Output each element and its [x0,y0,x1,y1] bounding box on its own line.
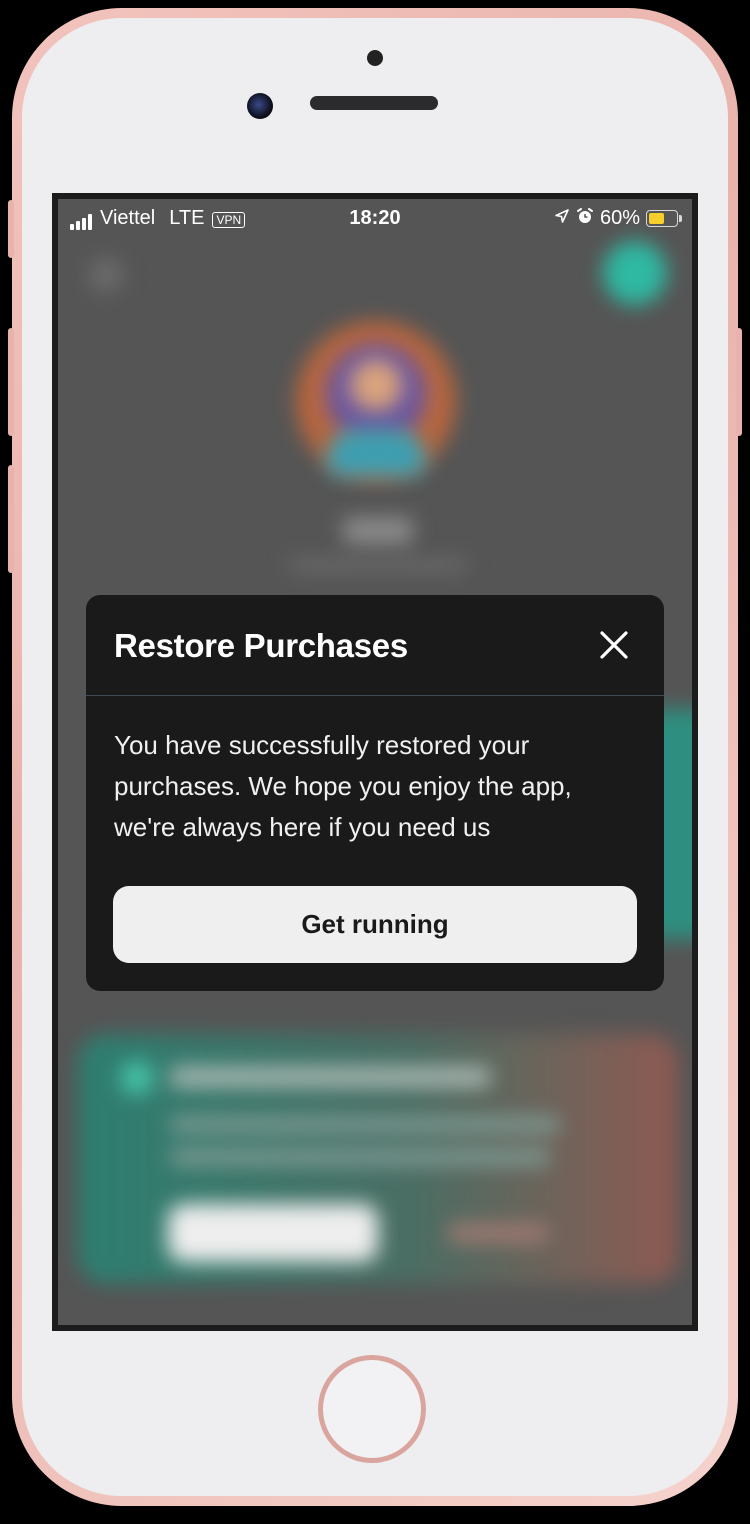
location-arrow-icon [554,208,570,229]
front-camera [247,93,273,119]
background-close-icon [88,257,124,293]
status-bar: Viettel LTE VPN 18:20 60% [58,199,692,237]
alarm-icon [576,207,594,230]
background-avatar-body [326,429,426,477]
background-card-text-2 [170,1149,550,1165]
background-profile-subtitle [288,559,468,571]
dialog-title: Restore Purchases [114,627,408,664]
screen: Viettel LTE VPN 18:20 60% Restore Purcha… [52,193,698,1331]
side-button-volume-down [8,465,14,573]
proximity-sensor [367,50,383,66]
background-avatar-face [350,359,402,411]
dialog-header: Restore Purchases [86,595,664,696]
background-card-button [168,1204,378,1262]
battery-percent: 60% [599,207,640,229]
earpiece-speaker [310,96,438,110]
side-button-power [736,328,742,436]
background-profile-name [343,517,413,545]
background-card-title [170,1067,490,1087]
battery-icon [646,210,682,227]
dialog-message: You have successfully restored your purc… [114,730,572,842]
close-icon[interactable] [594,625,634,665]
side-button-mute [8,200,14,258]
side-button-volume-up [8,328,14,436]
restore-purchases-dialog: Restore Purchases You have successfully … [86,595,664,991]
home-button[interactable] [318,1355,426,1463]
background-card-icon [120,1061,154,1095]
background-card-link [448,1224,548,1242]
background-action-button [603,241,667,305]
battery-level-fill [649,213,664,224]
get-running-button[interactable]: Get running [113,886,637,963]
status-bar-right: 60% [554,207,682,230]
background-card-text-1 [170,1117,560,1133]
